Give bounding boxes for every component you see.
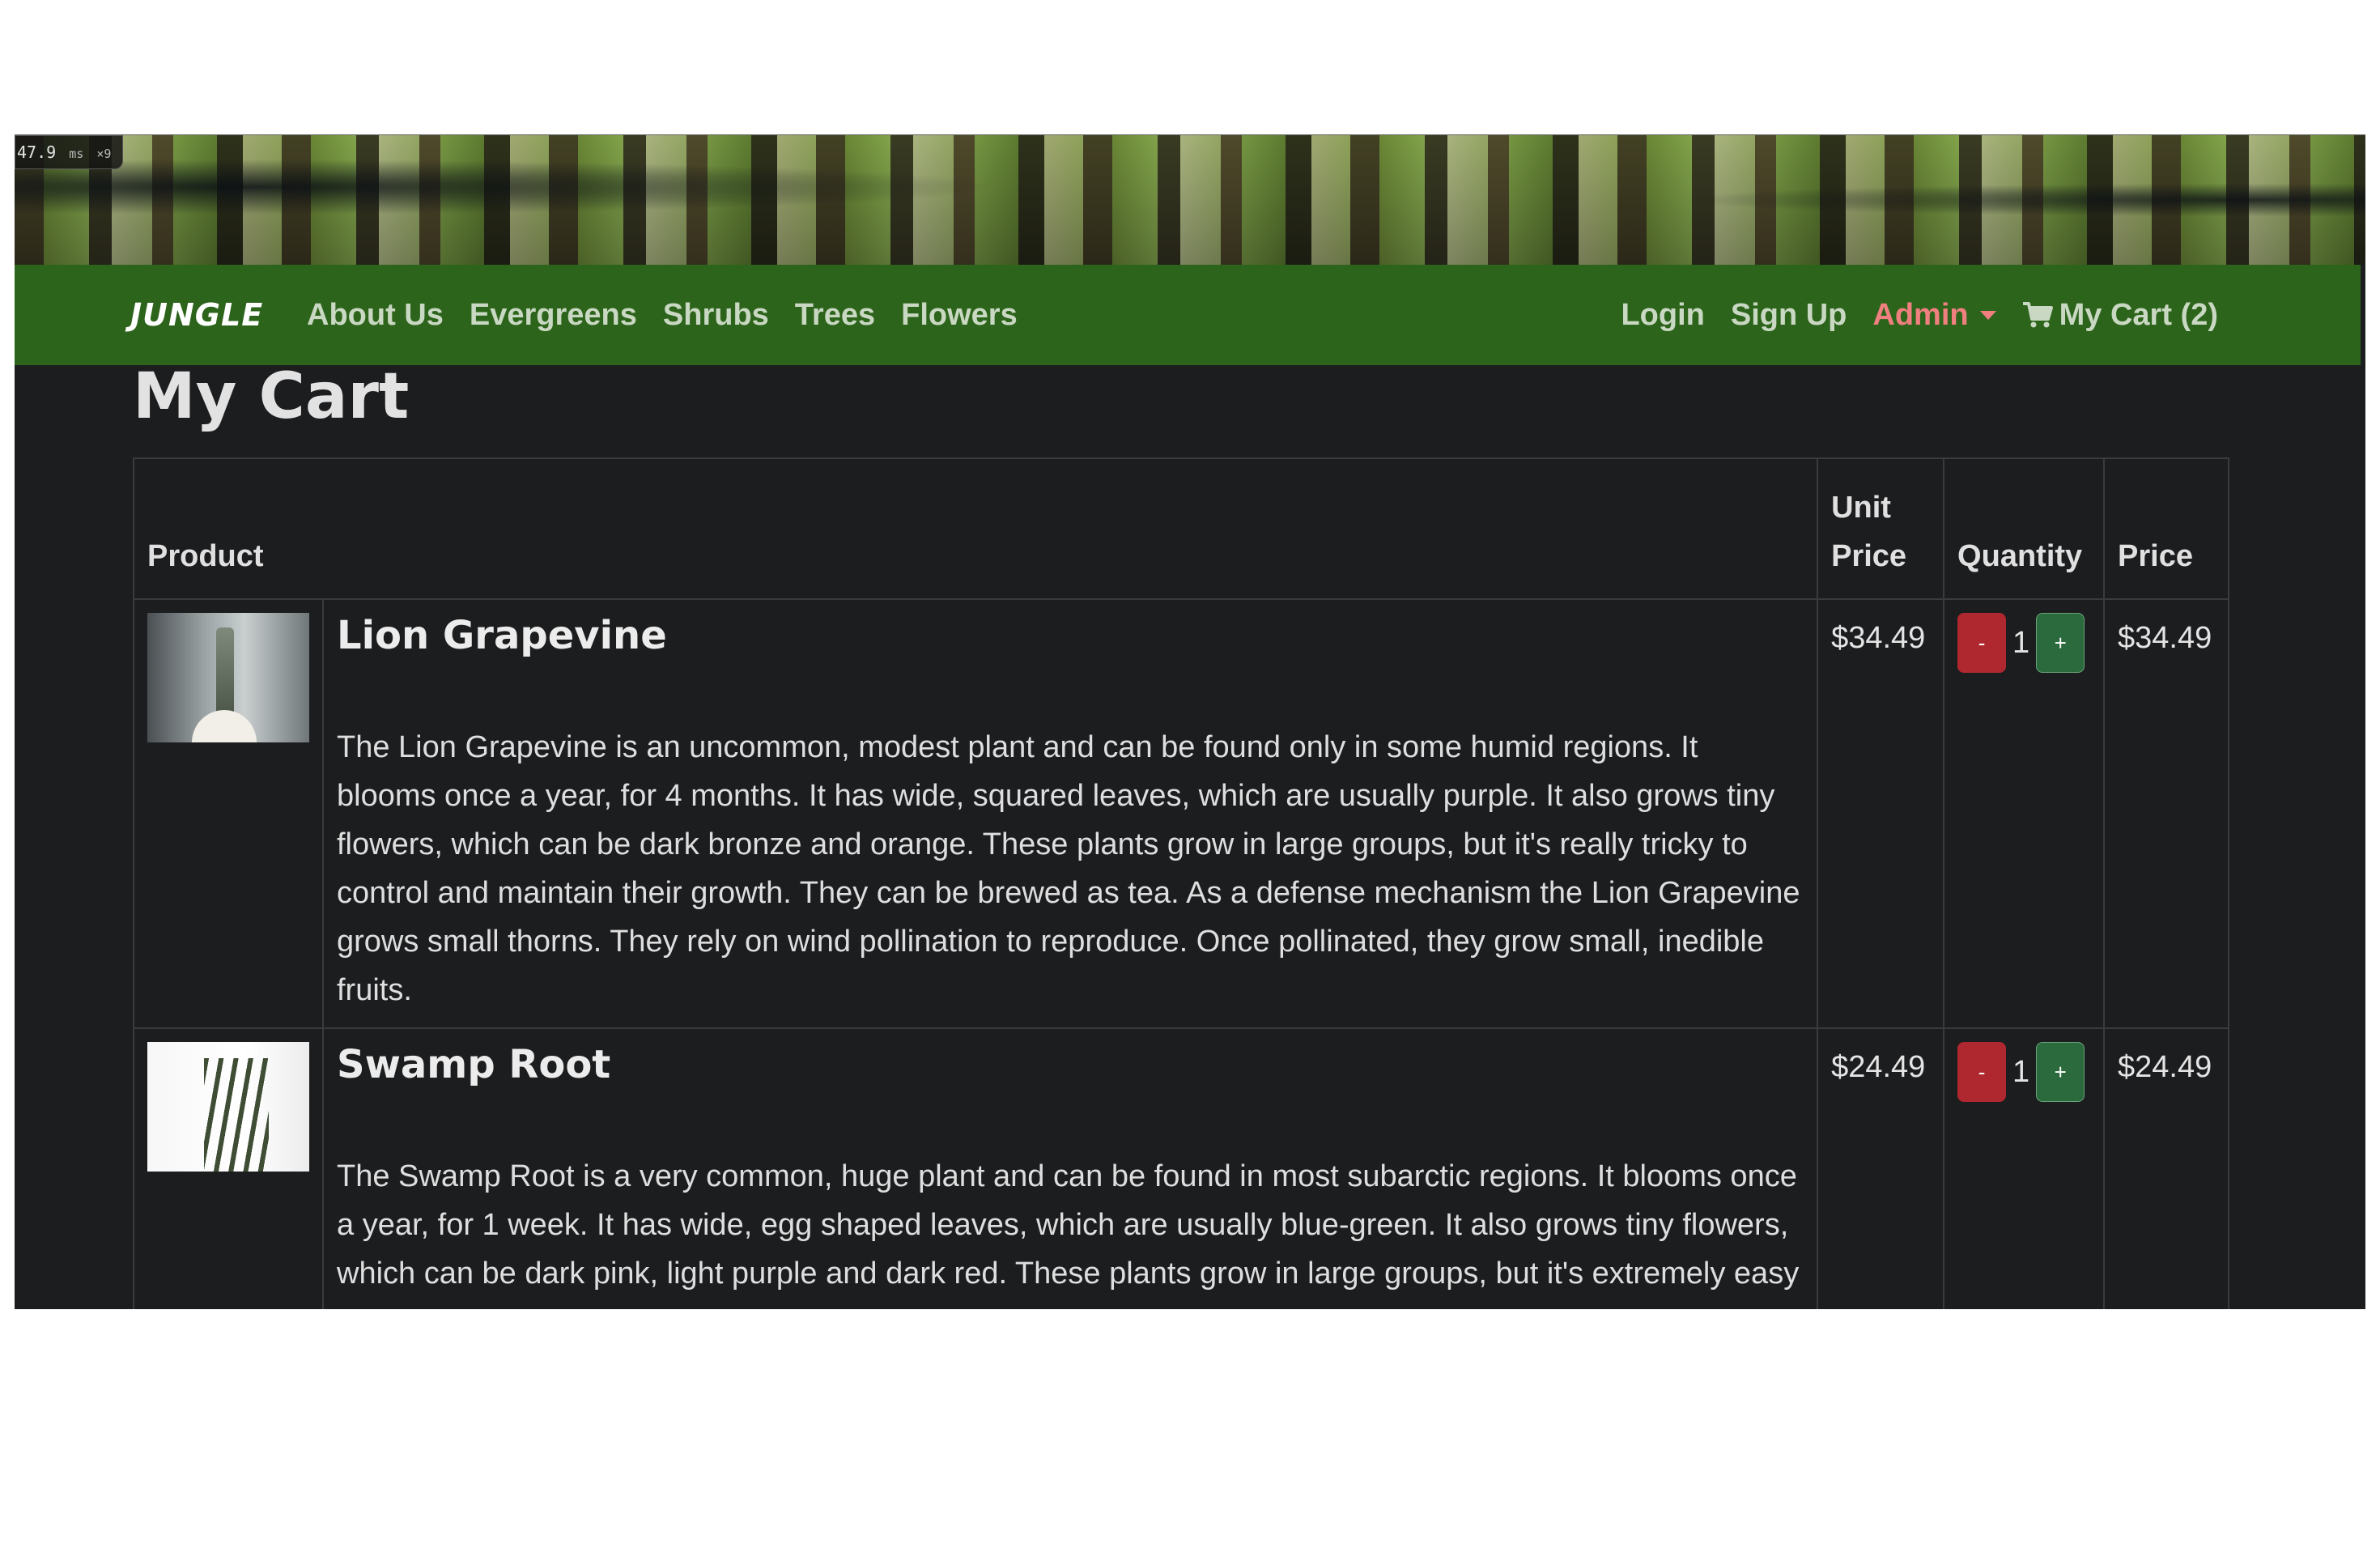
line-price: $24.49 — [2103, 1027, 2229, 1309]
header-product: Product — [132, 457, 1819, 600]
nav-evergreens[interactable]: Evergreens — [470, 298, 637, 333]
nav-sign-up[interactable]: Sign Up — [1731, 298, 1847, 333]
table-header-row: Product Unit Price Quantity Price — [132, 457, 2229, 600]
quantity-cell: - 1 + — [1943, 1027, 2105, 1309]
nav-about-us[interactable]: About Us — [307, 298, 444, 333]
table-row: Swamp Root The Swamp Root is a very comm… — [133, 1027, 2229, 1309]
table-row: Lion Grapevine The Lion Grapevine is an … — [133, 598, 2229, 1029]
product-image[interactable] — [147, 613, 309, 742]
nav-trees[interactable]: Trees — [795, 298, 875, 333]
header-price: Price — [2103, 457, 2229, 600]
perf-value: 47.9 — [17, 142, 57, 162]
product-description: The Swamp Root is a very common, huge pl… — [337, 1159, 1800, 1309]
header-unit-price-line1: Unit — [1831, 491, 1891, 525]
header-unit-price: Unit Price — [1817, 457, 1945, 600]
cart-table: Product Unit Price Quantity Price Lion G… — [132, 457, 2229, 1309]
perf-badge: 47.9 ms ×9 — [15, 135, 124, 169]
increase-quantity-button[interactable]: + — [2036, 1042, 2085, 1102]
quantity-stepper: - 1 + — [1957, 1042, 2090, 1102]
brand-logo[interactable]: JUNGLE — [130, 297, 263, 333]
product-description: The Lion Grapevine is an uncommon, modes… — [337, 730, 1800, 1007]
product-name: Lion Grapevine — [337, 613, 667, 658]
nav-my-cart[interactable]: My Cart (2) — [2022, 298, 2218, 333]
quantity-stepper: - 1 + — [1957, 613, 2090, 673]
nav-shrubs[interactable]: Shrubs — [663, 298, 769, 333]
product-name: Swamp Root — [337, 1042, 611, 1087]
header-unit-price-line2: Price — [1831, 539, 1907, 573]
browser-viewport: 47.9 ms ×9 JUNGLE About Us Evergreens Sh… — [15, 134, 2365, 1309]
nav-login[interactable]: Login — [1621, 298, 1704, 333]
quantity-value: 1 — [2012, 625, 2030, 660]
product-info-cell: Lion Grapevine The Lion Grapevine is an … — [321, 598, 1819, 1029]
nav-my-cart-label: My Cart (2) — [2059, 297, 2218, 332]
quantity-cell: - 1 + — [1943, 598, 2105, 1029]
navbar: JUNGLE About Us Evergreens Shrubs Trees … — [15, 265, 2361, 365]
nav-flowers[interactable]: Flowers — [901, 298, 1018, 333]
nav-admin-dropdown[interactable]: Admin — [1872, 297, 1996, 333]
nav-right-links: Login Sign Up Admin My Cart (2) — [1621, 298, 2218, 333]
shopping-cart-icon — [2022, 301, 2053, 329]
banner-overlay — [15, 135, 2365, 265]
page-title: My Cart — [133, 360, 410, 433]
nav-admin-label: Admin — [1872, 297, 1969, 332]
header-quantity: Quantity — [1943, 457, 2105, 600]
unit-price: $24.49 — [1817, 1027, 1945, 1309]
decrease-quantity-button[interactable]: - — [1957, 613, 2007, 673]
caret-down-icon — [1979, 310, 1996, 320]
increase-quantity-button[interactable]: + — [2036, 613, 2085, 673]
line-price: $34.49 — [2103, 598, 2229, 1029]
product-image-cell — [133, 598, 324, 1029]
quantity-value: 1 — [2012, 1054, 2030, 1089]
decrease-quantity-button[interactable]: - — [1957, 1042, 2007, 1102]
unit-price: $34.49 — [1817, 598, 1945, 1029]
perf-unit: ms — [69, 147, 84, 161]
nav-left-links: About Us Evergreens Shrubs Trees Flowers — [307, 298, 1018, 333]
product-info-cell: Swamp Root The Swamp Root is a very comm… — [321, 1027, 1819, 1309]
product-image[interactable] — [147, 1042, 309, 1172]
perf-multiplier: ×9 — [96, 147, 112, 161]
product-image-cell — [133, 1027, 324, 1309]
